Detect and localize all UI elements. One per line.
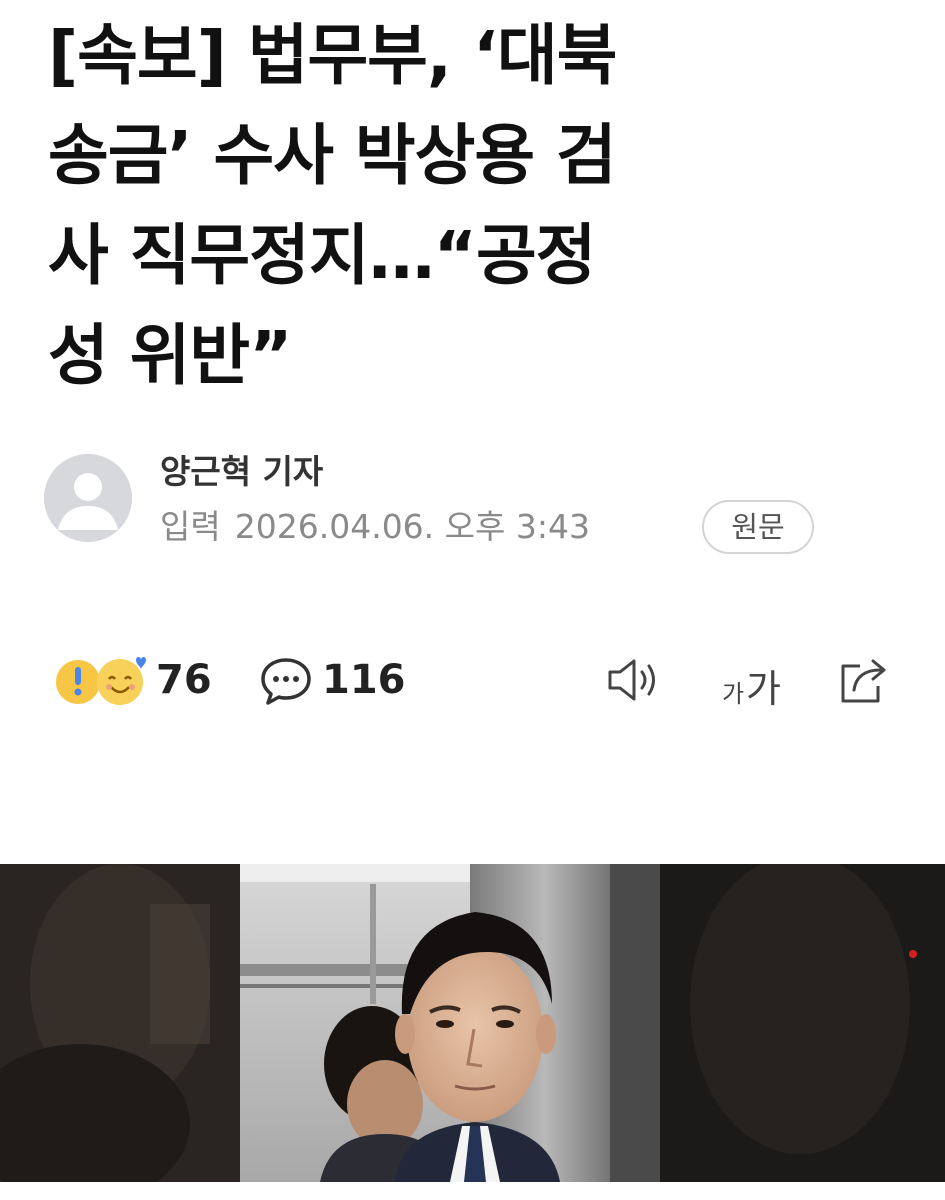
headline-line: 성 위반” bbox=[48, 317, 293, 394]
headline-line: [속보] 법무부, ‘대북 bbox=[48, 17, 617, 94]
author-name[interactable]: 양근혁 기자 bbox=[160, 450, 323, 494]
font-size-small-glyph: 가 bbox=[722, 680, 745, 708]
text-to-speech-button[interactable] bbox=[604, 652, 666, 708]
article-headline: [속보] 법무부, ‘대북 송금’ 수사 박상용 검 사 직무정지…“공정 성 … bbox=[48, 6, 908, 406]
author-avatar[interactable] bbox=[44, 454, 132, 542]
article-photo bbox=[0, 864, 945, 1182]
font-size-large-glyph: 가 bbox=[746, 667, 781, 711]
user-silhouette-icon bbox=[44, 454, 132, 542]
headline-line: 송금’ 수사 박상용 검 bbox=[48, 117, 617, 194]
comments-button[interactable] bbox=[258, 652, 314, 708]
headline-line: 사 직무정지…“공정 bbox=[48, 217, 596, 294]
publish-date: 입력 2026.04.06. 오후 3:43 bbox=[160, 504, 590, 550]
reactions-button[interactable] bbox=[54, 652, 148, 708]
comments-count: 116 bbox=[322, 657, 406, 703]
speaker-icon bbox=[608, 659, 655, 701]
original-article-button[interactable]: 원문 bbox=[702, 500, 814, 554]
date-value: 2026.04.06. 오후 3:43 bbox=[234, 507, 590, 546]
news-photo-image bbox=[0, 864, 945, 1182]
reaction-emoji-icons bbox=[56, 657, 146, 705]
reactions-count: 76 bbox=[156, 657, 212, 703]
article-byline: 양근혁 기자 입력 2026.04.06. 오후 3:43 원문 bbox=[44, 452, 904, 562]
share-icon bbox=[841, 659, 886, 703]
article-action-bar: 76 116 가 가 bbox=[0, 648, 945, 712]
share-button[interactable] bbox=[836, 652, 894, 708]
date-label: 입력 bbox=[160, 507, 221, 546]
font-size-button[interactable]: 가 가 bbox=[718, 652, 790, 711]
comment-bubble-icon bbox=[261, 658, 311, 705]
